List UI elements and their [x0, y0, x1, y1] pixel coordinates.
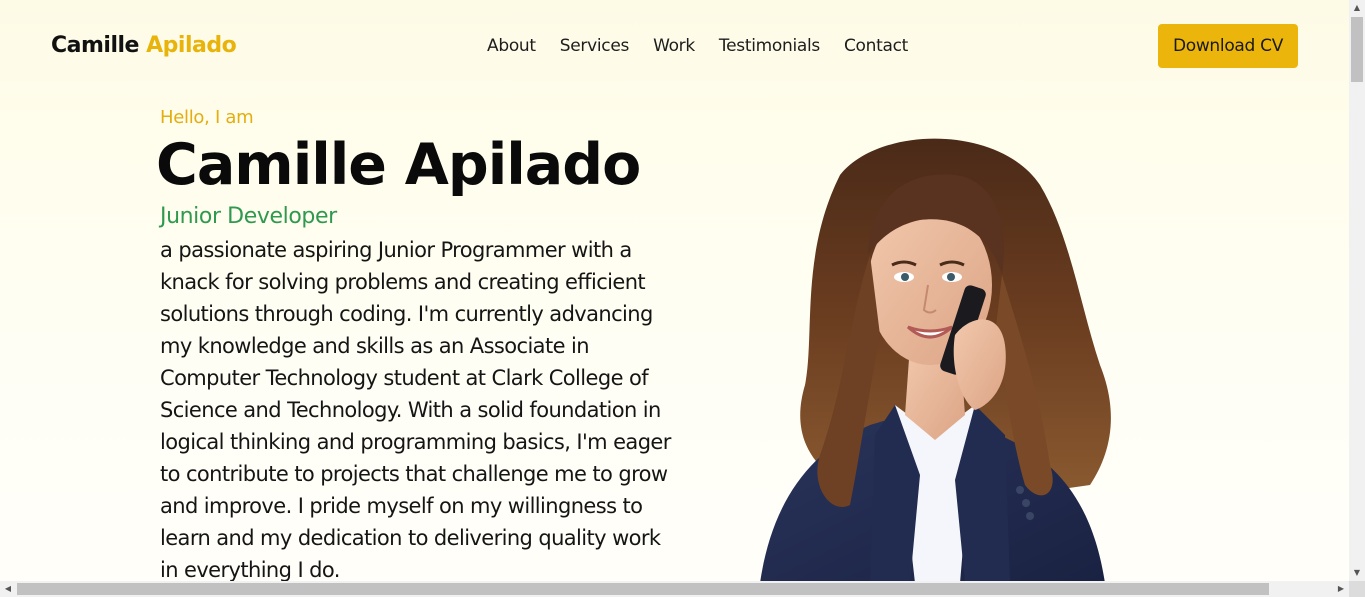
scroll-down-arrow-icon[interactable]: ▼: [1349, 565, 1365, 581]
hero-bio: a passionate aspiring Junior Programmer …: [160, 238, 671, 582]
vertical-scrollbar[interactable]: ▲ ▼: [1349, 0, 1365, 581]
brand-logo[interactable]: Camille Apilado: [51, 33, 237, 58]
scroll-right-arrow-icon[interactable]: ▶: [1333, 581, 1349, 597]
brand-last-name: Apilado: [146, 33, 237, 58]
hero-greeting: Hello, I am: [160, 107, 254, 128]
nav-link-testimonials[interactable]: Testimonials: [719, 36, 820, 56]
nav-link-work[interactable]: Work: [653, 36, 695, 56]
nav-link-services[interactable]: Services: [560, 36, 630, 56]
horizontal-scrollbar[interactable]: ◀ ▶: [0, 581, 1349, 597]
hero-role: Junior Developer: [160, 204, 337, 229]
nav-link-about[interactable]: About: [487, 36, 536, 56]
nav-link-contact[interactable]: Contact: [844, 36, 908, 56]
horizontal-scroll-thumb[interactable]: [17, 583, 1269, 595]
vertical-scroll-thumb[interactable]: [1351, 17, 1363, 82]
page: Camille Apilado About Services Work Test…: [0, 0, 1365, 597]
main-nav: About Services Work Testimonials Contact: [487, 36, 908, 56]
hero-name: Camille Apilado: [156, 132, 641, 198]
scroll-left-arrow-icon[interactable]: ◀: [0, 581, 16, 597]
portrait-image: [760, 138, 1111, 583]
brand-first-name: Camille: [51, 33, 139, 58]
scrollbar-corner: [1349, 581, 1365, 597]
download-cv-button[interactable]: Download CV: [1158, 24, 1298, 68]
scroll-up-arrow-icon[interactable]: ▲: [1349, 0, 1365, 16]
